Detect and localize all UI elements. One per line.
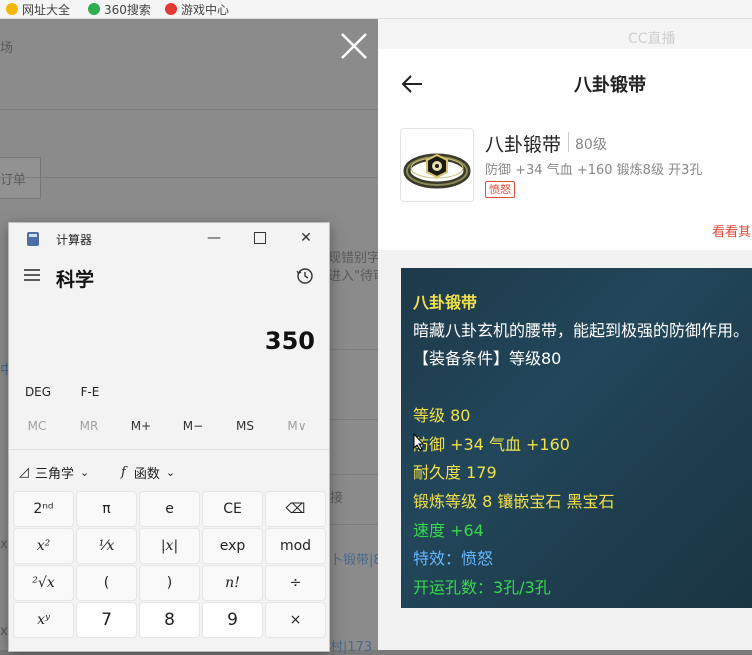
divide-button[interactable]: ÷ — [265, 565, 326, 601]
bookmark-label: 游戏中心 — [181, 2, 230, 17]
divider — [328, 474, 378, 475]
desc-level: 等级 80 — [413, 406, 471, 425]
menu-icon[interactable] — [23, 267, 41, 281]
calculator-display: 350 — [264, 327, 315, 355]
power-button[interactable]: xʸ — [13, 602, 74, 638]
bg-fragment: 场 — [0, 41, 14, 56]
360-icon — [88, 3, 100, 15]
divider — [568, 132, 569, 152]
close-button[interactable]: ✕ — [283, 223, 329, 253]
close-icon: ✕ — [300, 230, 312, 246]
calculator-app-icon — [27, 232, 39, 246]
divider — [328, 524, 378, 525]
watermark: CC直播 — [628, 31, 676, 47]
bookmark-item[interactable]: 游戏中心 — [165, 0, 229, 18]
minimize-icon: — — [207, 230, 221, 246]
divider — [328, 419, 378, 420]
e-button[interactable]: e — [139, 491, 200, 527]
divider — [0, 109, 378, 110]
bg-fragment: 接 — [330, 491, 344, 506]
desc-requirement: 【装备条件】等级80 — [413, 349, 562, 368]
bookmark-bar: 网址大全 360搜索 游戏中心 — [0, 0, 752, 19]
panel-top-strip — [378, 19, 752, 49]
page-title: 八卦锻带 — [574, 75, 646, 96]
history-icon[interactable] — [296, 267, 314, 285]
item-thumbnail[interactable] — [400, 128, 474, 202]
divider — [328, 349, 378, 350]
back-arrow-icon[interactable] — [400, 72, 424, 96]
chevron-down-icon: ⌄ — [165, 466, 176, 479]
divider — [9, 449, 329, 450]
chevron-down-icon: ⌄ — [80, 466, 90, 479]
bookmark-label: 网址大全 — [22, 2, 71, 17]
m-plus-button[interactable]: M+ — [117, 419, 165, 433]
exp-button[interactable]: exp — [202, 528, 263, 564]
desc-speed: 速度 +64 — [413, 521, 484, 540]
square-root-button[interactable]: ²√x — [13, 565, 74, 601]
pi-button[interactable]: π — [76, 491, 137, 527]
calculator-mode-title: 科学 — [56, 269, 95, 291]
desc-defense: 防御 +34 气血 +160 — [413, 435, 570, 454]
fe-button[interactable]: F-E — [75, 385, 105, 399]
desc-flavor: 暗藏八卦玄机的腰带，能起到极强的防御作用。 — [413, 321, 750, 340]
square-button[interactable]: x² — [13, 528, 74, 564]
m-minus-button[interactable]: M− — [169, 419, 217, 433]
maximize-icon — [254, 232, 266, 244]
mod-button[interactable]: mod — [265, 528, 326, 564]
item-attributes: 防御 +34 气血 +160 锻炼8级 开3孔 — [485, 163, 703, 178]
maximize-button[interactable] — [237, 223, 283, 253]
divider — [0, 177, 378, 178]
see-more-link[interactable]: 看看其 — [712, 221, 751, 240]
clear-entry-button[interactable]: CE — [202, 491, 263, 527]
bookmark-label: 360搜索 — [104, 2, 151, 17]
effect-tag: 愤怒 — [485, 181, 515, 198]
trig-label: 三角学 — [35, 467, 75, 482]
item-level: 80级 — [575, 137, 607, 153]
absolute-button[interactable]: |x| — [139, 528, 200, 564]
memory-list-button[interactable]: M∨ — [273, 419, 321, 433]
minimize-button[interactable]: — — [191, 223, 237, 253]
digit-9-button[interactable]: 9 — [202, 602, 263, 638]
angle-unit-button[interactable]: DEG — [23, 385, 53, 399]
triangle-icon: ◿ — [19, 465, 29, 480]
backspace-button[interactable]: ⌫ — [265, 491, 326, 527]
mouse-cursor-icon — [413, 432, 425, 451]
ms-button[interactable]: MS — [221, 419, 269, 433]
bookmark-item[interactable]: 360搜索 — [88, 0, 151, 18]
belt-icon — [403, 153, 471, 189]
desc-name: 八卦锻带 — [413, 293, 478, 312]
digit-7-button[interactable]: 7 — [76, 602, 137, 638]
window-title: 计算器 — [56, 233, 93, 247]
item-name: 八卦锻带 — [485, 134, 562, 156]
calculator-window: 计算器 — ✕ 科学 350 DEG F-E MC MR M+ M− MS M∨… — [8, 222, 330, 652]
game-center-icon — [165, 3, 177, 15]
desc-special: 特效：愤怒 — [413, 549, 494, 568]
mr-button[interactable]: MR — [65, 419, 113, 433]
bookmark-item[interactable]: 网址大全 — [6, 0, 70, 18]
reciprocal-button[interactable]: ¹⁄x — [76, 528, 137, 564]
trigonometry-dropdown[interactable]: ◿ 三角学 ⌄ — [19, 463, 89, 482]
star-icon — [6, 3, 18, 15]
mc-button[interactable]: MC — [13, 419, 61, 433]
digit-8-button[interactable]: 8 — [139, 602, 200, 638]
close-paren-button[interactable]: ) — [139, 565, 200, 601]
desc-holes: 开运孔数：3孔/3孔 — [413, 578, 551, 597]
close-icon[interactable] — [336, 28, 372, 64]
desc-durability: 耐久度 179 — [413, 463, 497, 482]
second-function-button[interactable]: 2ⁿᵈ — [13, 491, 74, 527]
open-paren-button[interactable]: ( — [76, 565, 137, 601]
function-dropdown[interactable]: f 函数 ⌄ — [121, 463, 175, 482]
bg-fragment: 现错别字 — [328, 251, 381, 266]
factorial-button[interactable]: n! — [202, 565, 263, 601]
bg-fragment: 订单 — [0, 173, 27, 188]
function-icon: f — [121, 465, 126, 480]
desc-forge: 锻炼等级 8 镶嵌宝石 黑宝石 — [413, 492, 615, 511]
bg-fragment: 村|173 — [330, 640, 373, 655]
func-label: 函数 — [133, 467, 160, 482]
multiply-button[interactable]: × — [265, 602, 326, 638]
